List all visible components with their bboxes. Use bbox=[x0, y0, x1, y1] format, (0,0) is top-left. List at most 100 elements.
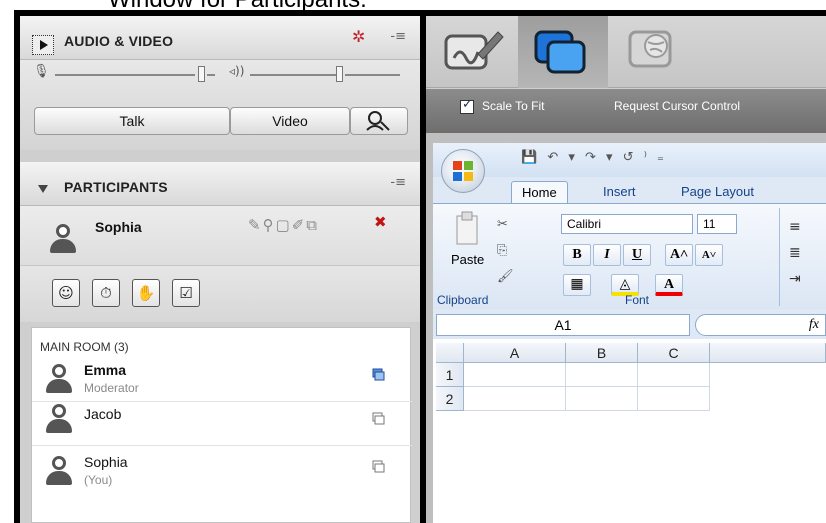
pod-menu-icon[interactable]: -≡ bbox=[390, 29, 406, 44]
alignment-icons: ≡ ≣ ⇥ bbox=[789, 219, 801, 287]
column-header-extra[interactable] bbox=[710, 343, 826, 363]
globe-icon bbox=[628, 30, 672, 68]
borders-button[interactable]: ▦ bbox=[563, 274, 591, 296]
font-group-label: Font bbox=[625, 293, 650, 307]
talk-button[interactable]: Talk bbox=[34, 107, 230, 135]
participants-header[interactable]: PARTICIPANTS -≡ bbox=[20, 162, 420, 206]
participant-name: Emma bbox=[84, 362, 127, 378]
font-name-select[interactable]: Calibri bbox=[561, 214, 693, 234]
speaker-volume-thumb[interactable] bbox=[336, 66, 343, 82]
user-avatar-icon bbox=[46, 404, 72, 434]
clipboard-group-label: Clipboard bbox=[437, 293, 489, 307]
tab-page-layout[interactable]: Page Layout bbox=[671, 181, 764, 203]
participant-name: Sophia bbox=[84, 454, 128, 470]
participant-row[interactable]: Jacob bbox=[32, 402, 412, 446]
camera-preview-button[interactable] bbox=[350, 107, 408, 135]
user-avatar-icon bbox=[50, 224, 76, 254]
tab-insert[interactable]: Insert bbox=[593, 181, 646, 203]
agree-button[interactable]: ☑ bbox=[172, 279, 200, 307]
shared-screen: 💾 ↶ ▾ ↷ ▾ ↺ ⁾ ₌ Home Insert Page Layout bbox=[426, 133, 826, 523]
request-cursor-control-link[interactable]: Request Cursor Control bbox=[614, 99, 740, 113]
speaker-volume-track-end bbox=[345, 74, 400, 76]
speaker-icon: ◃)) bbox=[229, 64, 245, 78]
participants-title: PARTICIPANTS bbox=[64, 179, 168, 195]
audio-video-controls: 🎙 ◃)) Talk Video bbox=[20, 60, 420, 150]
column-header[interactable]: C bbox=[638, 343, 710, 363]
audio-video-header[interactable]: AUDIO & VIDEO ✲ -≡ bbox=[20, 16, 420, 60]
cell-a1[interactable] bbox=[464, 363, 566, 387]
my-status-row: Sophia ✎⚲▢✐⧉ ✖ bbox=[20, 206, 420, 266]
tab-home[interactable]: Home bbox=[511, 181, 568, 203]
ribbon-divider bbox=[779, 208, 780, 306]
speaker-volume-track[interactable] bbox=[250, 74, 340, 76]
share-options-bar: Scale To Fit Request Cursor Control bbox=[426, 89, 826, 133]
whiteboard-tool[interactable] bbox=[426, 16, 516, 88]
scale-to-fit-checkbox[interactable] bbox=[460, 97, 474, 114]
participant-role: Moderator bbox=[84, 381, 139, 395]
web-share-tool[interactable] bbox=[610, 16, 700, 88]
share-pod: Scale To Fit Request Cursor Control 💾 ↶ … bbox=[426, 16, 826, 523]
participant-row[interactable]: Emma Moderator bbox=[32, 358, 412, 402]
raise-hand-button[interactable]: ✋ bbox=[132, 279, 160, 307]
row-header[interactable]: 2 bbox=[436, 387, 464, 411]
clipboard-tool-icons: ✂ ⎘ 🖌 bbox=[497, 217, 514, 284]
italic-button[interactable]: I bbox=[593, 244, 621, 266]
away-status-button[interactable]: ⏱ bbox=[92, 279, 120, 307]
participant-row[interactable]: Sophia (You) bbox=[32, 450, 412, 494]
column-header[interactable]: B bbox=[566, 343, 638, 363]
cell-a2[interactable] bbox=[464, 387, 566, 411]
cell-b2[interactable] bbox=[566, 387, 638, 411]
cell-b1[interactable] bbox=[566, 363, 638, 387]
participant-name: Jacob bbox=[84, 406, 122, 422]
cell-c2[interactable] bbox=[638, 387, 710, 411]
formula-bar: A1 fx bbox=[433, 309, 826, 339]
status-buttons-row: ☺ ⏱ ✋ ☑ bbox=[20, 266, 420, 322]
row-header[interactable]: 1 bbox=[436, 363, 464, 387]
mic-volume-track-end bbox=[207, 74, 215, 76]
grow-font-button[interactable]: A˄ bbox=[665, 244, 693, 266]
scale-to-fit-label: Scale To Fit bbox=[482, 99, 545, 113]
screen-share-tool-icon bbox=[534, 30, 586, 74]
name-box[interactable]: A1 bbox=[436, 314, 690, 336]
room-label: MAIN ROOM (3) bbox=[40, 340, 129, 354]
fx-label: fx bbox=[808, 317, 819, 332]
my-name: Sophia bbox=[95, 219, 142, 235]
user-avatar-icon bbox=[46, 456, 72, 486]
participant-list: MAIN ROOM (3) Emma Moderator Jacob Sophi… bbox=[31, 327, 412, 523]
participant-note: (You) bbox=[84, 473, 113, 487]
formula-input[interactable]: fx bbox=[695, 314, 826, 336]
microphone-icon: 🎙 bbox=[33, 64, 50, 79]
quick-access-toolbar: 💾 ↶ ▾ ↷ ▾ ↺ ⁾ ₌ bbox=[433, 143, 826, 177]
underline-button[interactable]: U bbox=[623, 244, 651, 266]
play-icon[interactable] bbox=[32, 35, 54, 55]
camera-preview-icon bbox=[366, 111, 390, 131]
paste-button[interactable]: Paste bbox=[451, 252, 484, 267]
font-size-select[interactable]: 11 bbox=[697, 214, 737, 234]
settings-gear-icon[interactable]: ✲ bbox=[352, 27, 365, 46]
shrink-font-button[interactable]: A˅ bbox=[695, 244, 723, 266]
font-color-button[interactable]: A bbox=[655, 274, 683, 296]
spreadsheet-grid: A B C 1 2 bbox=[433, 339, 826, 523]
cell-c1[interactable] bbox=[638, 363, 710, 387]
participant-permission-icons: ✎⚲▢✐⧉ bbox=[248, 216, 320, 234]
screen-share-tool[interactable] bbox=[518, 16, 608, 88]
mic-volume-thumb[interactable] bbox=[198, 66, 205, 82]
bold-button[interactable]: B bbox=[563, 244, 591, 266]
remove-icon[interactable]: ✖ bbox=[374, 213, 387, 231]
participants-menu-icon[interactable]: -≡ bbox=[390, 175, 406, 190]
mic-volume-track[interactable] bbox=[55, 74, 195, 76]
audio-video-title: AUDIO & VIDEO bbox=[64, 33, 174, 49]
quick-access-icons: 💾 ↶ ▾ ↷ ▾ ↺ ⁾ ₌ bbox=[521, 150, 667, 165]
collapse-triangle-icon[interactable] bbox=[38, 185, 48, 193]
video-button[interactable]: Video bbox=[230, 107, 350, 135]
paste-icon bbox=[456, 211, 478, 245]
screen-share-icon bbox=[372, 460, 385, 473]
emoticon-button[interactable]: ☺ bbox=[52, 279, 80, 307]
column-header[interactable]: A bbox=[464, 343, 566, 363]
share-toolbar bbox=[426, 16, 826, 88]
select-all-corner[interactable] bbox=[436, 343, 464, 363]
excel-window: 💾 ↶ ▾ ↷ ▾ ↺ ⁾ ₌ Home Insert Page Layout bbox=[433, 143, 826, 523]
app-window: Window for Participants. AUDIO & VIDEO ✲… bbox=[0, 0, 826, 523]
ribbon-tabs: Home Insert Page Layout bbox=[433, 177, 826, 203]
screen-share-icon bbox=[372, 412, 385, 425]
